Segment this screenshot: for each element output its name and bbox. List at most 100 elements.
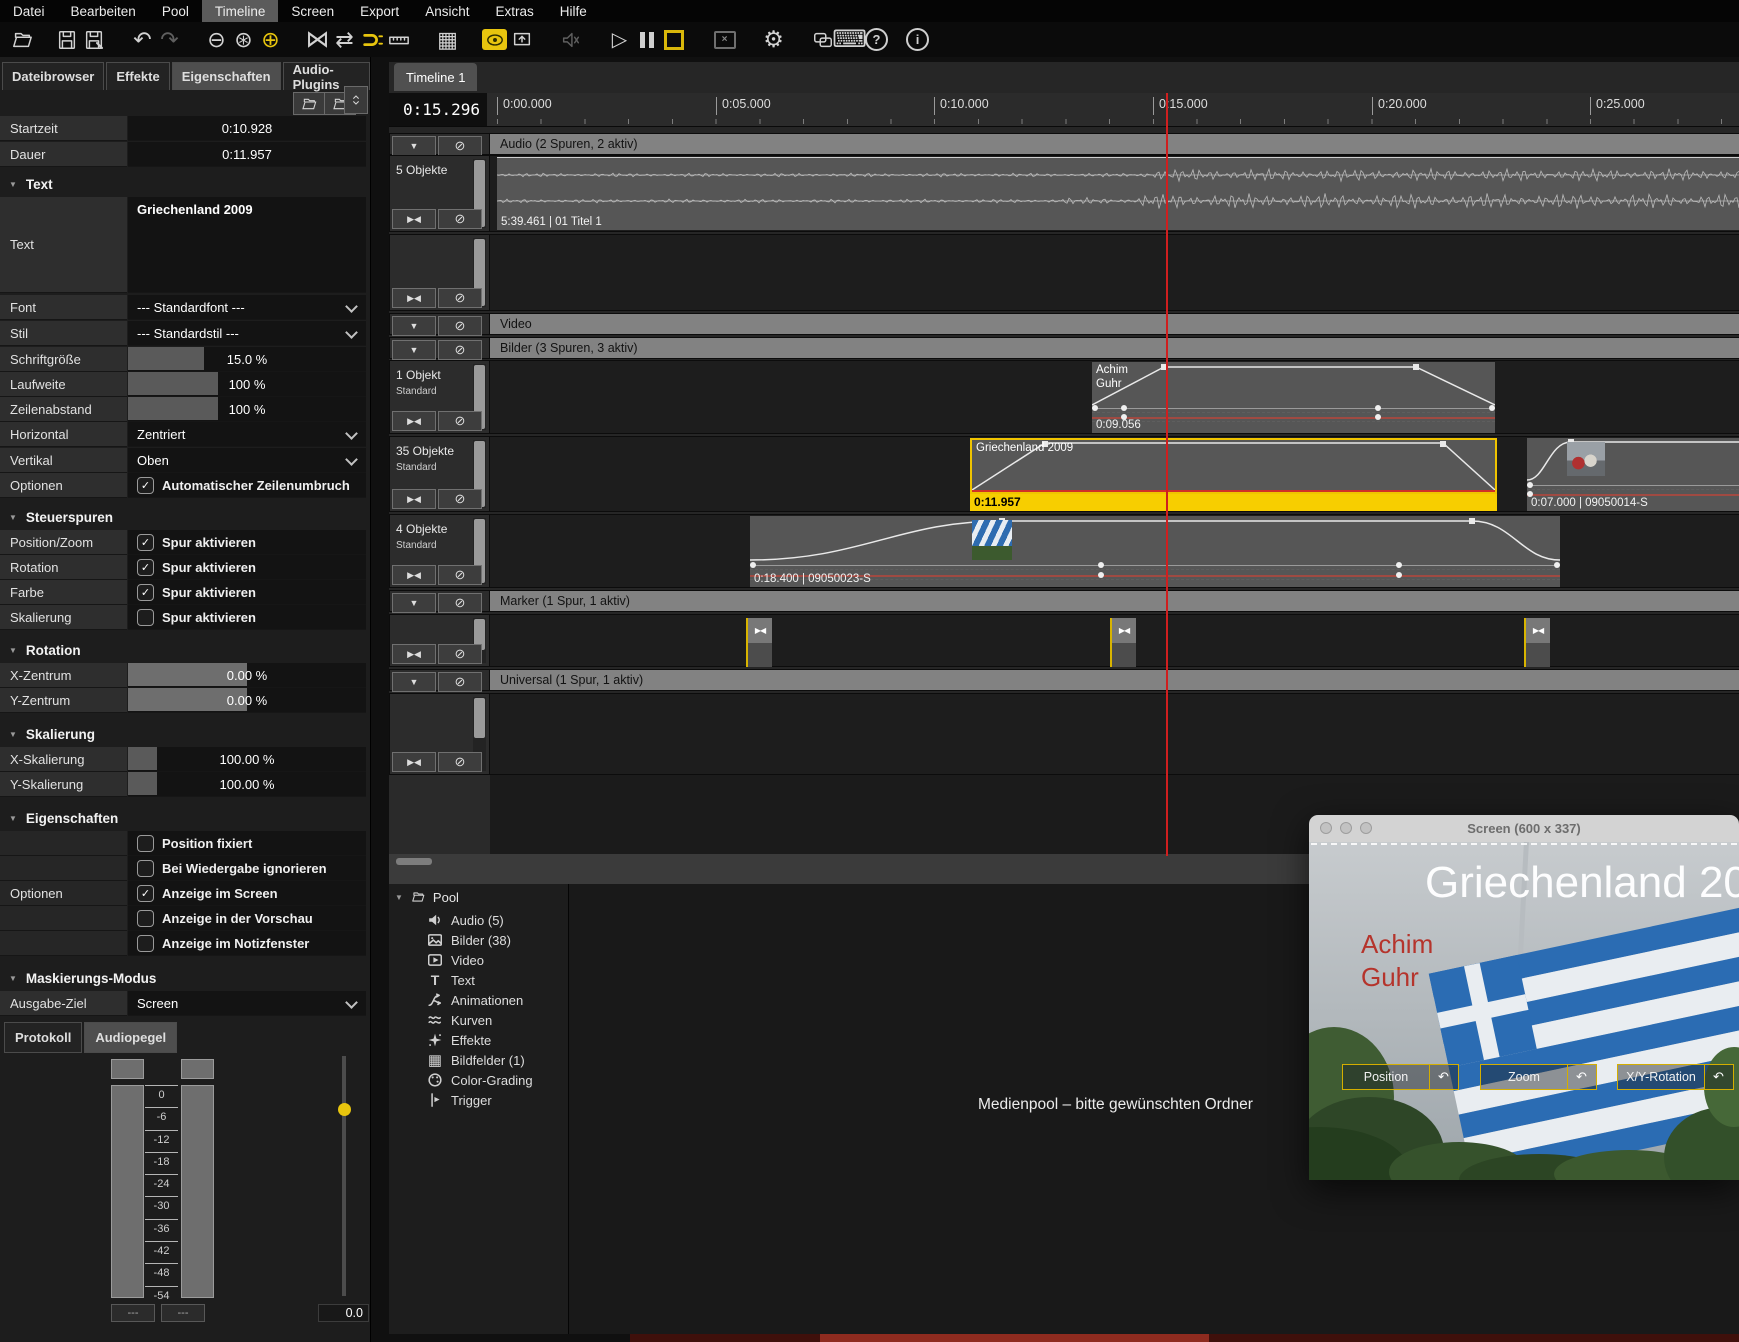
undo-icon[interactable]: ↶ <box>129 26 156 53</box>
checkbox-checked-icon[interactable] <box>137 559 154 576</box>
skalierung-checkbox[interactable]: Spur aktivieren <box>128 605 366 630</box>
group-collapse-icon[interactable]: ▼ <box>392 340 436 360</box>
section-rotation[interactable]: ▼ Rotation <box>0 638 366 662</box>
group-collapse-icon[interactable]: ▼ <box>392 136 436 156</box>
screen-visibility-icon[interactable] <box>481 26 508 53</box>
playhead[interactable] <box>1166 93 1168 856</box>
reset-arrow-icon[interactable]: ↶ <box>1704 1065 1732 1089</box>
stil-dropdown[interactable]: --- Standardstil --- <box>128 321 366 346</box>
peak-readout-right[interactable]: --- <box>161 1304 205 1322</box>
pause-icon[interactable] <box>633 26 660 53</box>
screen-window-titlebar[interactable]: Screen (600 x 337) <box>1309 815 1739 842</box>
automation-lane[interactable] <box>1527 485 1739 486</box>
timeline-ruler[interactable]: 0:15.296 0:00.000 0:05.000 0:10.000 0:15… <box>389 93 1739 127</box>
track-transition-icon[interactable]: ▶◀ <box>392 644 436 664</box>
close-screen-icon[interactable]: × <box>711 26 738 53</box>
y-zentrum-slider[interactable]: 0.00 % <box>128 688 366 713</box>
timeline-marker[interactable]: ▶◀ <box>746 618 772 667</box>
track-transition-icon[interactable]: ▶◀ <box>392 565 436 585</box>
checkbox-unchecked-icon[interactable] <box>137 609 154 626</box>
section-text[interactable]: ▼ Text <box>0 172 366 196</box>
section-steuerspuren[interactable]: ▼ Steuerspuren <box>0 505 366 529</box>
automation-lane[interactable] <box>1092 408 1495 409</box>
schriftgroesse-slider[interactable]: 15.0 % <box>128 347 366 372</box>
bei-wiedergabe-checkbox[interactable]: Bei Wiedergabe ignorieren <box>128 856 366 881</box>
screen-preview-window[interactable]: Screen (600 x 337) <box>1309 815 1739 1180</box>
zeilenumbruch-checkbox[interactable]: Automatischer Zeilenumbruch <box>128 473 366 498</box>
font-dropdown[interactable]: --- Standardfont --- <box>128 295 366 320</box>
pool-item-trigger[interactable]: Trigger <box>427 1090 492 1110</box>
menu-ansicht[interactable]: Ansicht <box>412 0 482 22</box>
zoom-out-icon[interactable]: ⊖ <box>203 26 230 53</box>
checkbox-checked-icon[interactable] <box>137 885 154 902</box>
presentation-icon[interactable] <box>508 26 535 53</box>
help-icon[interactable]: ? <box>863 26 890 53</box>
section-eigenschaften[interactable]: ▼ Eigenschaften <box>0 806 366 830</box>
zoom-window-icon[interactable] <box>1360 822 1372 834</box>
tab-eigenschaften[interactable]: Eigenschaften <box>172 62 281 90</box>
startzeit-value[interactable]: 0:10.928 <box>128 116 366 141</box>
stop-icon[interactable] <box>660 26 687 53</box>
checkbox-checked-icon[interactable] <box>137 477 154 494</box>
menu-timeline[interactable]: Timeline <box>202 0 279 22</box>
group-disable-icon[interactable]: ⊘ <box>438 316 482 336</box>
pool-root[interactable]: ▼ Pool <box>395 889 459 905</box>
track-transition-icon[interactable]: ▶◀ <box>392 489 436 509</box>
peak-readout-left[interactable]: --- <box>111 1304 155 1322</box>
track-disable-icon[interactable]: ⊘ <box>438 565 482 585</box>
group-video-header[interactable]: Video <box>490 313 1739 335</box>
pool-item-effekte[interactable]: Effekte <box>427 1030 491 1050</box>
timeline-marker[interactable]: ▶◀ <box>1524 618 1550 667</box>
pool-item-animationen[interactable]: Animationen <box>427 990 523 1010</box>
anzeige-screen-checkbox[interactable]: Anzeige im Screen <box>128 881 366 906</box>
save-as-icon[interactable] <box>80 26 107 53</box>
minimize-window-icon[interactable] <box>1340 822 1352 834</box>
track-disable-icon[interactable]: ⊘ <box>438 209 482 229</box>
group-collapse-icon[interactable]: ▼ <box>392 316 436 336</box>
empty-track-area[interactable] <box>490 234 1739 311</box>
group-universal-header[interactable]: Universal (1 Spur, 1 aktiv) <box>490 669 1739 691</box>
ruler-icon[interactable] <box>385 26 412 53</box>
vertikal-dropdown[interactable]: Oben <box>128 448 366 473</box>
menu-screen[interactable]: Screen <box>278 0 347 22</box>
automation-lane-red[interactable] <box>1527 494 1739 496</box>
keyboard-icon[interactable]: ⌨ <box>836 26 863 53</box>
magnet-icon[interactable] <box>358 26 385 53</box>
ausgabe-ziel-dropdown[interactable]: Screen <box>128 991 366 1016</box>
x-zentrum-slider[interactable]: 0.00 % <box>128 663 366 688</box>
save-icon[interactable] <box>53 26 80 53</box>
group-disable-icon[interactable]: ⊘ <box>438 136 482 156</box>
audio-clip[interactable]: 5:39.461 | 01 Titel 1 <box>497 157 1739 230</box>
automation-lane-red[interactable] <box>1092 417 1495 419</box>
track-disable-icon[interactable]: ⊘ <box>438 644 482 664</box>
pool-item-video[interactable]: Video <box>427 950 484 970</box>
section-maskierung[interactable]: ▼ Maskierungs-Modus <box>0 966 366 990</box>
horizontal-dropdown[interactable]: Zentriert <box>128 422 366 447</box>
tab-protokoll[interactable]: Protokoll <box>4 1022 82 1053</box>
farbe-checkbox[interactable]: Spur aktivieren <box>128 580 366 605</box>
horizontal-scrollbar[interactable] <box>396 858 432 865</box>
timeline-tab[interactable]: Timeline 1 <box>394 63 477 91</box>
gain-slider-track[interactable] <box>342 1056 346 1296</box>
position-button[interactable]: Position ↶ <box>1342 1064 1459 1090</box>
group-disable-icon[interactable]: ⊘ <box>438 672 482 692</box>
empty-track-area[interactable] <box>490 693 1739 775</box>
pool-item-kurven[interactable]: Kurven <box>427 1010 492 1030</box>
group-collapse-icon[interactable]: ▼ <box>392 672 436 692</box>
clip-09050014[interactable]: 0:07.000 | 09050014-S <box>1527 438 1739 511</box>
zoom-original-icon[interactable]: ⊛ <box>230 26 257 53</box>
checkbox-checked-icon[interactable] <box>137 534 154 551</box>
pool-item-text[interactable]: TText <box>427 970 475 990</box>
pool-item-bildfelder[interactable]: ▦Bildfelder (1) <box>427 1050 525 1070</box>
track-disable-icon[interactable]: ⊘ <box>438 752 482 772</box>
y-skalierung-slider[interactable]: 100.00 % <box>128 772 366 797</box>
close-window-icon[interactable] <box>1320 822 1332 834</box>
track-transition-icon[interactable]: ▶◀ <box>392 411 436 431</box>
position-zoom-checkbox[interactable]: Spur aktivieren <box>128 530 366 555</box>
menu-pool[interactable]: Pool <box>149 0 202 22</box>
track-disable-icon[interactable]: ⊘ <box>438 411 482 431</box>
pool-item-bilder[interactable]: Bilder (38) <box>427 930 511 950</box>
menu-bearbeiten[interactable]: Bearbeiten <box>58 0 149 22</box>
laufweite-slider[interactable]: 100 % <box>128 372 366 397</box>
position-fixiert-checkbox[interactable]: Position fixiert <box>128 831 366 856</box>
